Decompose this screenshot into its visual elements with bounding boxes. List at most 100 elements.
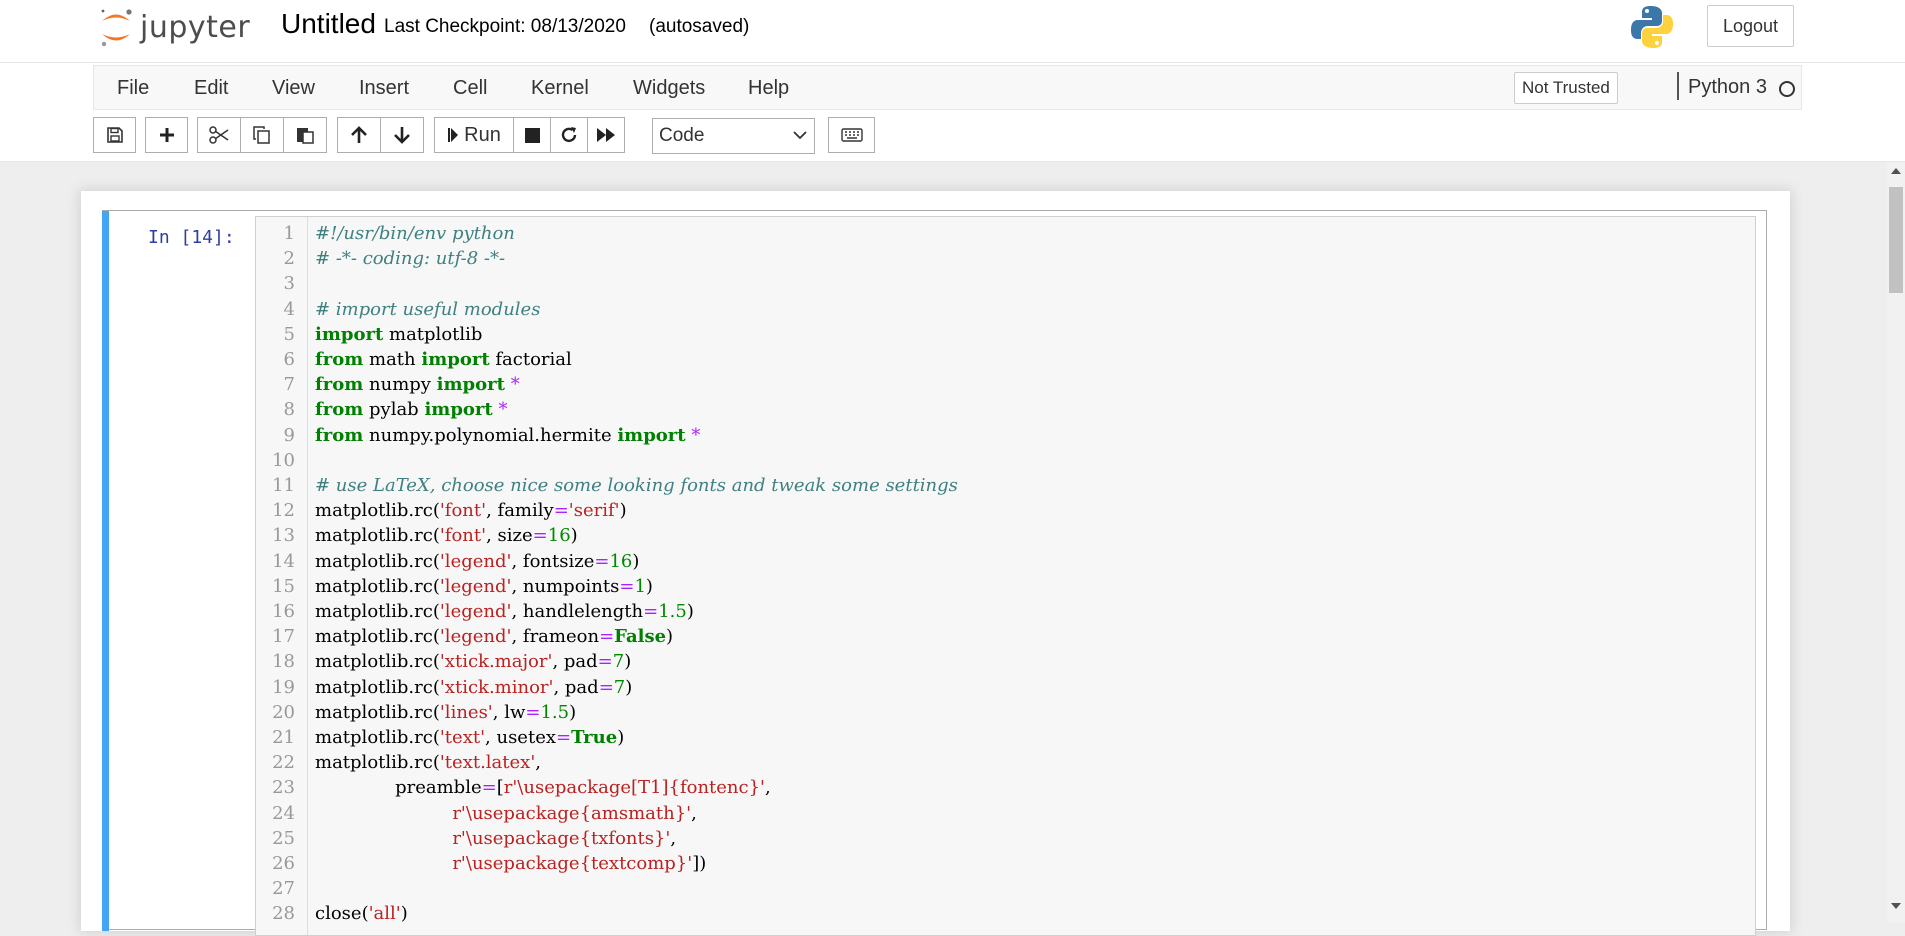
line-number: 1 xyxy=(283,223,295,244)
code-line[interactable]: 15 matplotlib.rc('legend', numpoints=1) xyxy=(256,575,1755,601)
vertical-scrollbar[interactable] xyxy=(1887,162,1905,923)
code-line[interactable]: 7 from numpy import * xyxy=(256,374,1755,399)
code-line[interactable]: 25 r'\usepackage{txfonts}', xyxy=(256,827,1755,853)
code-line[interactable]: 24 r'\usepackage{amsmath}', xyxy=(256,802,1755,828)
line-number: 22 xyxy=(272,752,295,774)
input-prompt: In [14]: xyxy=(148,227,235,248)
command-palette-button[interactable] xyxy=(828,117,875,153)
code-line[interactable]: 18 matplotlib.rc('xtick.major', pad=7) xyxy=(256,651,1755,676)
save-icon xyxy=(106,127,123,143)
line-number: 10 xyxy=(272,449,295,471)
code-line[interactable]: 26 r'\usepackage{textcomp}']) xyxy=(256,853,1755,878)
line-number: 6 xyxy=(283,349,295,370)
code-line[interactable]: 17 matplotlib.rc('legend', frameon=False) xyxy=(256,626,1755,651)
code-line[interactable]: 11 # use LaTeX, choose nice some looking … xyxy=(256,475,1755,500)
code-line[interactable]: 8 from pylab import * xyxy=(256,399,1755,424)
menu-view[interactable]: View xyxy=(272,77,315,100)
code-line[interactable]: 16 matplotlib.rc('legend', handlelength=1… xyxy=(256,601,1755,626)
code-line[interactable]: 27 xyxy=(256,878,1755,903)
line-number: 9 xyxy=(283,424,295,446)
scroll-up-icon[interactable] xyxy=(1891,168,1901,174)
line-code: r'\usepackage{textcomp}']) xyxy=(452,853,707,874)
menu-cell[interactable]: Cell xyxy=(453,77,487,100)
code-line[interactable]: 28 close('all') xyxy=(256,903,1755,928)
line-number: 18 xyxy=(272,651,295,673)
line-code: matplotlib.rc('xtick.major', pad=7) xyxy=(315,651,632,673)
line-number: 24 xyxy=(272,802,295,824)
cut-button[interactable] xyxy=(197,117,241,153)
notebook-scroll-area[interactable]: In [14]: 1 #!/usr/bin/env python 2 # -*- co… xyxy=(0,162,1887,936)
line-code: import matplotlib xyxy=(315,323,483,345)
cell-type-select[interactable]: Code xyxy=(652,118,815,154)
autosave-status: (autosaved) xyxy=(649,16,750,37)
code-line[interactable]: 12 matplotlib.rc('font', family='serif') xyxy=(256,500,1755,525)
notebook-name[interactable]: Untitled xyxy=(281,8,376,40)
trust-status-button[interactable]: Not Trusted xyxy=(1514,72,1618,104)
code-editor[interactable]: 1 #!/usr/bin/env python 2 # -*- coding: utf… xyxy=(255,216,1756,936)
code-line[interactable]: 20 matplotlib.rc('lines', lw=1.5) xyxy=(256,701,1755,727)
menu-file[interactable]: File xyxy=(117,77,149,100)
line-code: # import useful modules xyxy=(315,298,541,320)
code-line[interactable]: 23 preamble=[r'\usepackage[T1]{fontenc}'… xyxy=(256,777,1755,802)
move-down-button[interactable] xyxy=(380,117,424,153)
code-line[interactable]: 21 matplotlib.rc('text', usetex=True) xyxy=(256,727,1755,752)
scroll-down-icon[interactable] xyxy=(1891,903,1901,909)
paste-button[interactable] xyxy=(283,117,327,153)
restart-kernel-button[interactable] xyxy=(550,117,588,153)
line-code: matplotlib.rc('legend', numpoints=1) xyxy=(315,575,653,597)
line-code: matplotlib.rc('xtick.minor', pad=7) xyxy=(315,676,633,698)
line-number: 8 xyxy=(283,399,295,421)
line-code: from numpy.polynomial.hermite import * xyxy=(315,424,701,446)
code-line[interactable]: 6 from math import factorial xyxy=(256,349,1755,374)
save-button[interactable] xyxy=(93,117,136,153)
menu-insert[interactable]: Insert xyxy=(359,77,409,100)
line-code: matplotlib.rc('font', size=16) xyxy=(315,525,578,547)
logout-button[interactable]: Logout xyxy=(1707,5,1794,47)
line-code: matplotlib.rc('lines', lw=1.5) xyxy=(315,701,577,723)
code-line[interactable]: 3 xyxy=(256,273,1755,298)
line-number: 21 xyxy=(272,727,295,748)
kernel-idle-icon xyxy=(1779,81,1795,97)
code-line[interactable]: 9 from numpy.polynomial.hermite import * xyxy=(256,424,1755,450)
run-button[interactable]: Run xyxy=(434,117,514,153)
menu-kernel[interactable]: Kernel xyxy=(531,77,589,100)
code-line[interactable]: 4 # import useful modules xyxy=(256,298,1755,324)
line-code: from math import factorial xyxy=(315,349,572,370)
code-line[interactable]: 13 matplotlib.rc('font', size=16) xyxy=(256,525,1755,550)
arrow-down-icon xyxy=(394,127,410,144)
interrupt-kernel-button[interactable] xyxy=(513,117,551,153)
restart-run-all-button[interactable] xyxy=(587,117,625,153)
menu-help[interactable]: Help xyxy=(748,77,789,100)
copy-button[interactable] xyxy=(240,117,284,153)
code-line[interactable]: 1 #!/usr/bin/env python xyxy=(256,223,1755,248)
code-line[interactable]: 22 matplotlib.rc('text.latex', xyxy=(256,752,1755,777)
code-line[interactable]: 10 xyxy=(256,449,1755,475)
line-code: preamble=[r'\usepackage[T1]{fontenc}', xyxy=(315,777,771,799)
move-up-button[interactable] xyxy=(337,117,381,153)
menu-edit[interactable]: Edit xyxy=(194,77,228,100)
kernel-name[interactable]: Python 3 xyxy=(1688,76,1767,99)
jupyter-logo[interactable]: jupyter xyxy=(98,4,250,50)
line-code: matplotlib.rc('font', family='serif') xyxy=(315,500,627,522)
code-line[interactable]: 19 matplotlib.rc('xtick.minor', pad=7) xyxy=(256,676,1755,702)
line-code: # use LaTeX, choose nice some looking fo… xyxy=(315,475,958,496)
line-code: #!/usr/bin/env python xyxy=(315,223,515,244)
restart-icon xyxy=(561,127,577,143)
jupyter-logo-icon xyxy=(101,9,132,47)
line-code: r'\usepackage{amsmath}', xyxy=(452,802,697,824)
code-line[interactable]: 5 import matplotlib xyxy=(256,323,1755,349)
stop-icon xyxy=(524,127,540,143)
line-number: 5 xyxy=(283,323,295,345)
line-code: close('all') xyxy=(315,903,408,925)
code-line[interactable]: 2 # -*- coding: utf-8 -*- xyxy=(256,248,1755,273)
code-cell[interactable]: In [14]: 1 #!/usr/bin/env python 2 # -*- co… xyxy=(102,210,1767,936)
scrollbar-thumb[interactable] xyxy=(1889,187,1903,293)
keyboard-icon xyxy=(840,128,863,142)
line-number: 12 xyxy=(272,500,295,522)
insert-cell-button[interactable] xyxy=(145,117,188,153)
line-number: 7 xyxy=(283,374,295,396)
line-number: 25 xyxy=(272,827,295,849)
code-line[interactable]: 14 matplotlib.rc('legend', fontsize=16) xyxy=(256,551,1755,576)
menu-widgets[interactable]: Widgets xyxy=(633,77,705,100)
kernel-divider xyxy=(1677,72,1679,100)
